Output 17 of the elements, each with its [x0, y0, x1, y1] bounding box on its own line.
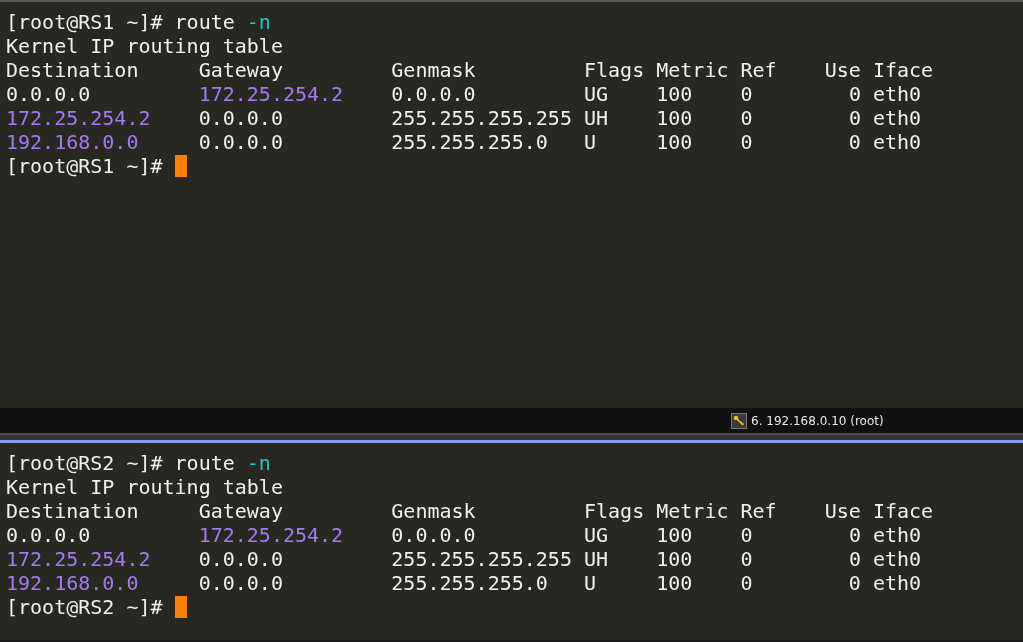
terminal-line: Destination Gateway Genmask Flags Metric Ref Use Iface [6, 499, 934, 523]
terminal-line: [root@RS2 ~]# [6, 595, 164, 619]
terminal-line: [root@RS1 ~]# route -n [6, 10, 271, 34]
terminal-line: 192.168.0.0 0.0.0.0 255.255.255.0 U 100 0 0 eth0 [6, 571, 922, 595]
terminal-line: 0.0.0.0 172.25.254.2 0.0.0.0 UG 100 0 0 eth0 [6, 523, 922, 547]
terminal-line: Kernel IP routing table [6, 475, 283, 499]
terminal-line: [root@RS1 ~]# [6, 154, 164, 178]
pane-splitter[interactable] [0, 435, 1023, 443]
terminal-line: Kernel IP routing table [6, 34, 283, 58]
session-label: 6. 192.168.0.10 (root) [751, 412, 884, 430]
terminal-line: Destination Gateway Genmask Flags Metric Ref Use Iface [6, 58, 934, 82]
terminal-line: 172.25.254.2 0.0.0.0 255.255.255.255 UH 100 0 0 eth0 [6, 547, 922, 571]
terminal-line: 172.25.254.2 0.0.0.0 255.255.255.255 UH 100 0 0 eth0 [6, 106, 922, 130]
key-icon [731, 412, 747, 429]
terminal-line: [root@RS2 ~]# route -n [6, 451, 271, 475]
terminal-line: 192.168.0.0 0.0.0.0 255.255.255.0 U 100 0 0 eth0 [6, 130, 922, 154]
terminal-line: 0.0.0.0 172.25.254.2 0.0.0.0 UG 100 0 0 eth0 [6, 82, 922, 106]
